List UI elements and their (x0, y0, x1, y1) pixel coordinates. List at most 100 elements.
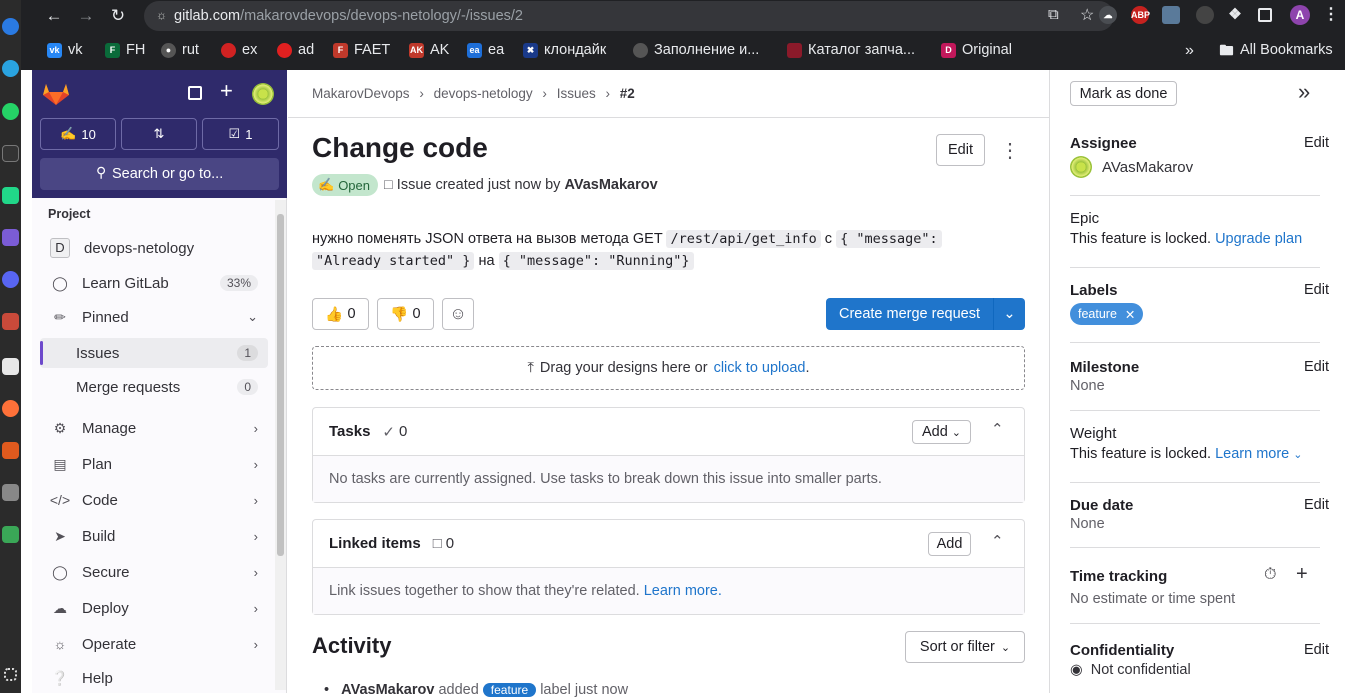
breadcrumb-project[interactable]: devops-netology (434, 86, 533, 101)
gitlab-logo-icon[interactable] (42, 80, 70, 106)
add-task-button[interactable]: Add ⌄ (912, 420, 971, 444)
forward-icon[interactable]: → (75, 5, 97, 27)
bookmark-catalog[interactable]: Каталог запча... (787, 42, 915, 58)
bookmark-ex[interactable]: ex (221, 42, 257, 58)
assignee-edit[interactable]: Edit (1304, 135, 1329, 151)
thumbs-up-button[interactable]: 👍 0 (312, 298, 369, 330)
bookmark-star-icon[interactable]: ☆ (1080, 5, 1094, 25)
chevron-down-icon[interactable]: ⌄ (1293, 449, 1302, 461)
click-to-upload-link[interactable]: click to upload (714, 360, 806, 376)
trash-app-icon[interactable] (2, 526, 19, 543)
sidebar-item-deploy[interactable]: ☁ Deploy › (40, 593, 268, 623)
sidebar-item-merge-requests[interactable]: Merge requests 0 (40, 372, 268, 402)
add-reaction-button[interactable]: ☺ (442, 298, 474, 330)
sidebar-item-manage[interactable]: ⚙ Manage › (40, 413, 268, 443)
sidebar-item-code[interactable]: </> Code › (40, 485, 268, 515)
sidebar-item-secure[interactable]: ◯ Secure › (40, 557, 268, 587)
add-time-icon[interactable]: + (1296, 564, 1308, 584)
collapse-sidebar-icon[interactable] (188, 86, 202, 100)
breadcrumb-issues[interactable]: Issues (557, 86, 596, 101)
sidebar-item-plan[interactable]: ▤ Plan › (40, 449, 268, 479)
scrollbar-thumb[interactable] (277, 214, 284, 556)
label-feature[interactable]: feature ✕ (1070, 303, 1144, 325)
help-link[interactable]: ❔ Help (40, 663, 240, 693)
address-bar[interactable]: ☼ gitlab.com/makarovdevops/devops-netolo… (144, 1, 1114, 31)
activity-label[interactable]: feature (482, 683, 537, 697)
sidebar-item-issues[interactable]: Issues 1 (40, 338, 268, 368)
todos-count-button[interactable]: ☑ 1 (202, 118, 279, 150)
bookmark-faet[interactable]: F FAET (333, 42, 390, 58)
share-icon[interactable]: ⧉ (1048, 6, 1059, 23)
back-icon[interactable]: ← (43, 5, 65, 27)
breadcrumb-group[interactable]: MakarovDevops (312, 86, 410, 101)
extension-icon[interactable] (1162, 6, 1180, 24)
sort-filter-button[interactable]: Sort or filter ⌄ (905, 631, 1025, 663)
assignee-name[interactable]: AVasMakarov (1102, 159, 1193, 176)
milestone-edit[interactable]: Edit (1304, 359, 1329, 375)
collapse-linked-icon[interactable]: ⌃ (991, 532, 1004, 550)
adblock-extension-icon[interactable]: ABP (1131, 6, 1150, 24)
telegram-app-icon[interactable] (2, 60, 19, 77)
reload-icon[interactable]: ↻ (107, 5, 129, 27)
design-upload-dropzone[interactable]: ⤒ Drag your designs here or click to uplo… (312, 346, 1025, 390)
bookmark-rut[interactable]: ● rut (161, 42, 199, 58)
profile-avatar[interactable]: A (1290, 5, 1310, 25)
project-link[interactable]: D devops-netology (40, 233, 268, 263)
goland-app-icon[interactable] (2, 229, 19, 246)
collapse-right-sidebar-icon[interactable]: » (1298, 80, 1310, 104)
all-bookmarks[interactable]: 🖿 All Bookmarks (1219, 42, 1333, 58)
discord-app-icon[interactable] (2, 271, 19, 288)
bookmarks-overflow-icon[interactable]: » (1185, 42, 1194, 60)
learn-gitlab-link[interactable]: ◯ Learn GitLab 33% (40, 268, 268, 298)
pycharm-app-icon[interactable] (2, 187, 19, 204)
collapse-tasks-icon[interactable]: ⌃ (991, 420, 1004, 438)
editor-app-icon[interactable] (2, 358, 19, 375)
menu-kebab-icon[interactable]: ⋮ (1322, 6, 1340, 24)
bookmark-zapolnenie[interactable]: Заполнение и... (633, 42, 759, 58)
terminal-app-icon[interactable] (2, 145, 19, 162)
bookmark-klondike[interactable]: ✖ клондайк (523, 42, 606, 58)
bookmark-ak[interactable]: AK AK (409, 42, 449, 58)
bookmark-fh[interactable]: F FH (105, 42, 145, 58)
browser-app-icon[interactable] (2, 18, 19, 35)
thumbs-down-button[interactable]: 👎 0 (377, 298, 434, 330)
create-merge-request-button[interactable]: Create merge request (826, 298, 994, 330)
whatsapp-app-icon[interactable] (2, 103, 19, 120)
create-mr-dropdown[interactable]: ⌄ (994, 298, 1025, 330)
bookmark-original[interactable]: D Original (941, 42, 1012, 58)
remove-label-icon[interactable]: ✕ (1125, 307, 1135, 322)
confidentiality-edit[interactable]: Edit (1304, 642, 1329, 658)
firefox-app-icon[interactable] (2, 400, 19, 417)
site-info-icon[interactable]: ☼ (156, 8, 167, 22)
sidebar-item-build[interactable]: ➤ Build › (40, 521, 268, 551)
learn-more-link[interactable]: Learn more. (644, 583, 722, 599)
weather-extension-icon[interactable]: ☁ (1099, 6, 1117, 24)
sidebar-scrollbar[interactable] (275, 200, 286, 690)
document-app-icon[interactable] (2, 484, 19, 501)
new-item-icon[interactable]: + (220, 80, 233, 102)
author-link[interactable]: AVasMakarov (564, 177, 657, 193)
bookmark-ea[interactable]: ea ea (467, 42, 504, 58)
more-actions-icon[interactable]: ⋮ (1000, 138, 1020, 163)
files-app-icon[interactable] (2, 313, 19, 330)
search-button[interactable]: ⚲ Search or go to... (40, 158, 279, 190)
stopwatch-icon[interactable]: ⏱ (1264, 566, 1276, 584)
bookmark-vk[interactable]: vk vk (47, 42, 83, 58)
breadcrumb-current[interactable]: #2 (620, 86, 635, 101)
puzzle-icon[interactable]: ❖ (1226, 6, 1244, 24)
pinned-toggle[interactable]: ✏ Pinned ⌄ (40, 302, 268, 332)
assignee-avatar[interactable] (1070, 156, 1092, 178)
app-grid-icon[interactable] (4, 668, 17, 681)
activity-author[interactable]: AVasMakarov (341, 682, 434, 698)
mark-as-done-button[interactable]: Mark as done (1070, 81, 1177, 106)
sidebar-item-operate[interactable]: ☼ Operate › (40, 629, 268, 659)
due-date-edit[interactable]: Edit (1304, 497, 1329, 513)
weight-learn-more-link[interactable]: Learn more (1215, 446, 1289, 462)
merge-requests-count-button[interactable]: ⇅ (121, 118, 197, 150)
labels-edit[interactable]: Edit (1304, 282, 1329, 298)
edit-title-button[interactable]: Edit (936, 134, 985, 166)
software-app-icon[interactable] (2, 442, 19, 459)
add-linked-button[interactable]: Add (928, 532, 971, 556)
issues-count-button[interactable]: ✍ 10 (40, 118, 116, 150)
bookmark-ad[interactable]: ad (277, 42, 314, 58)
